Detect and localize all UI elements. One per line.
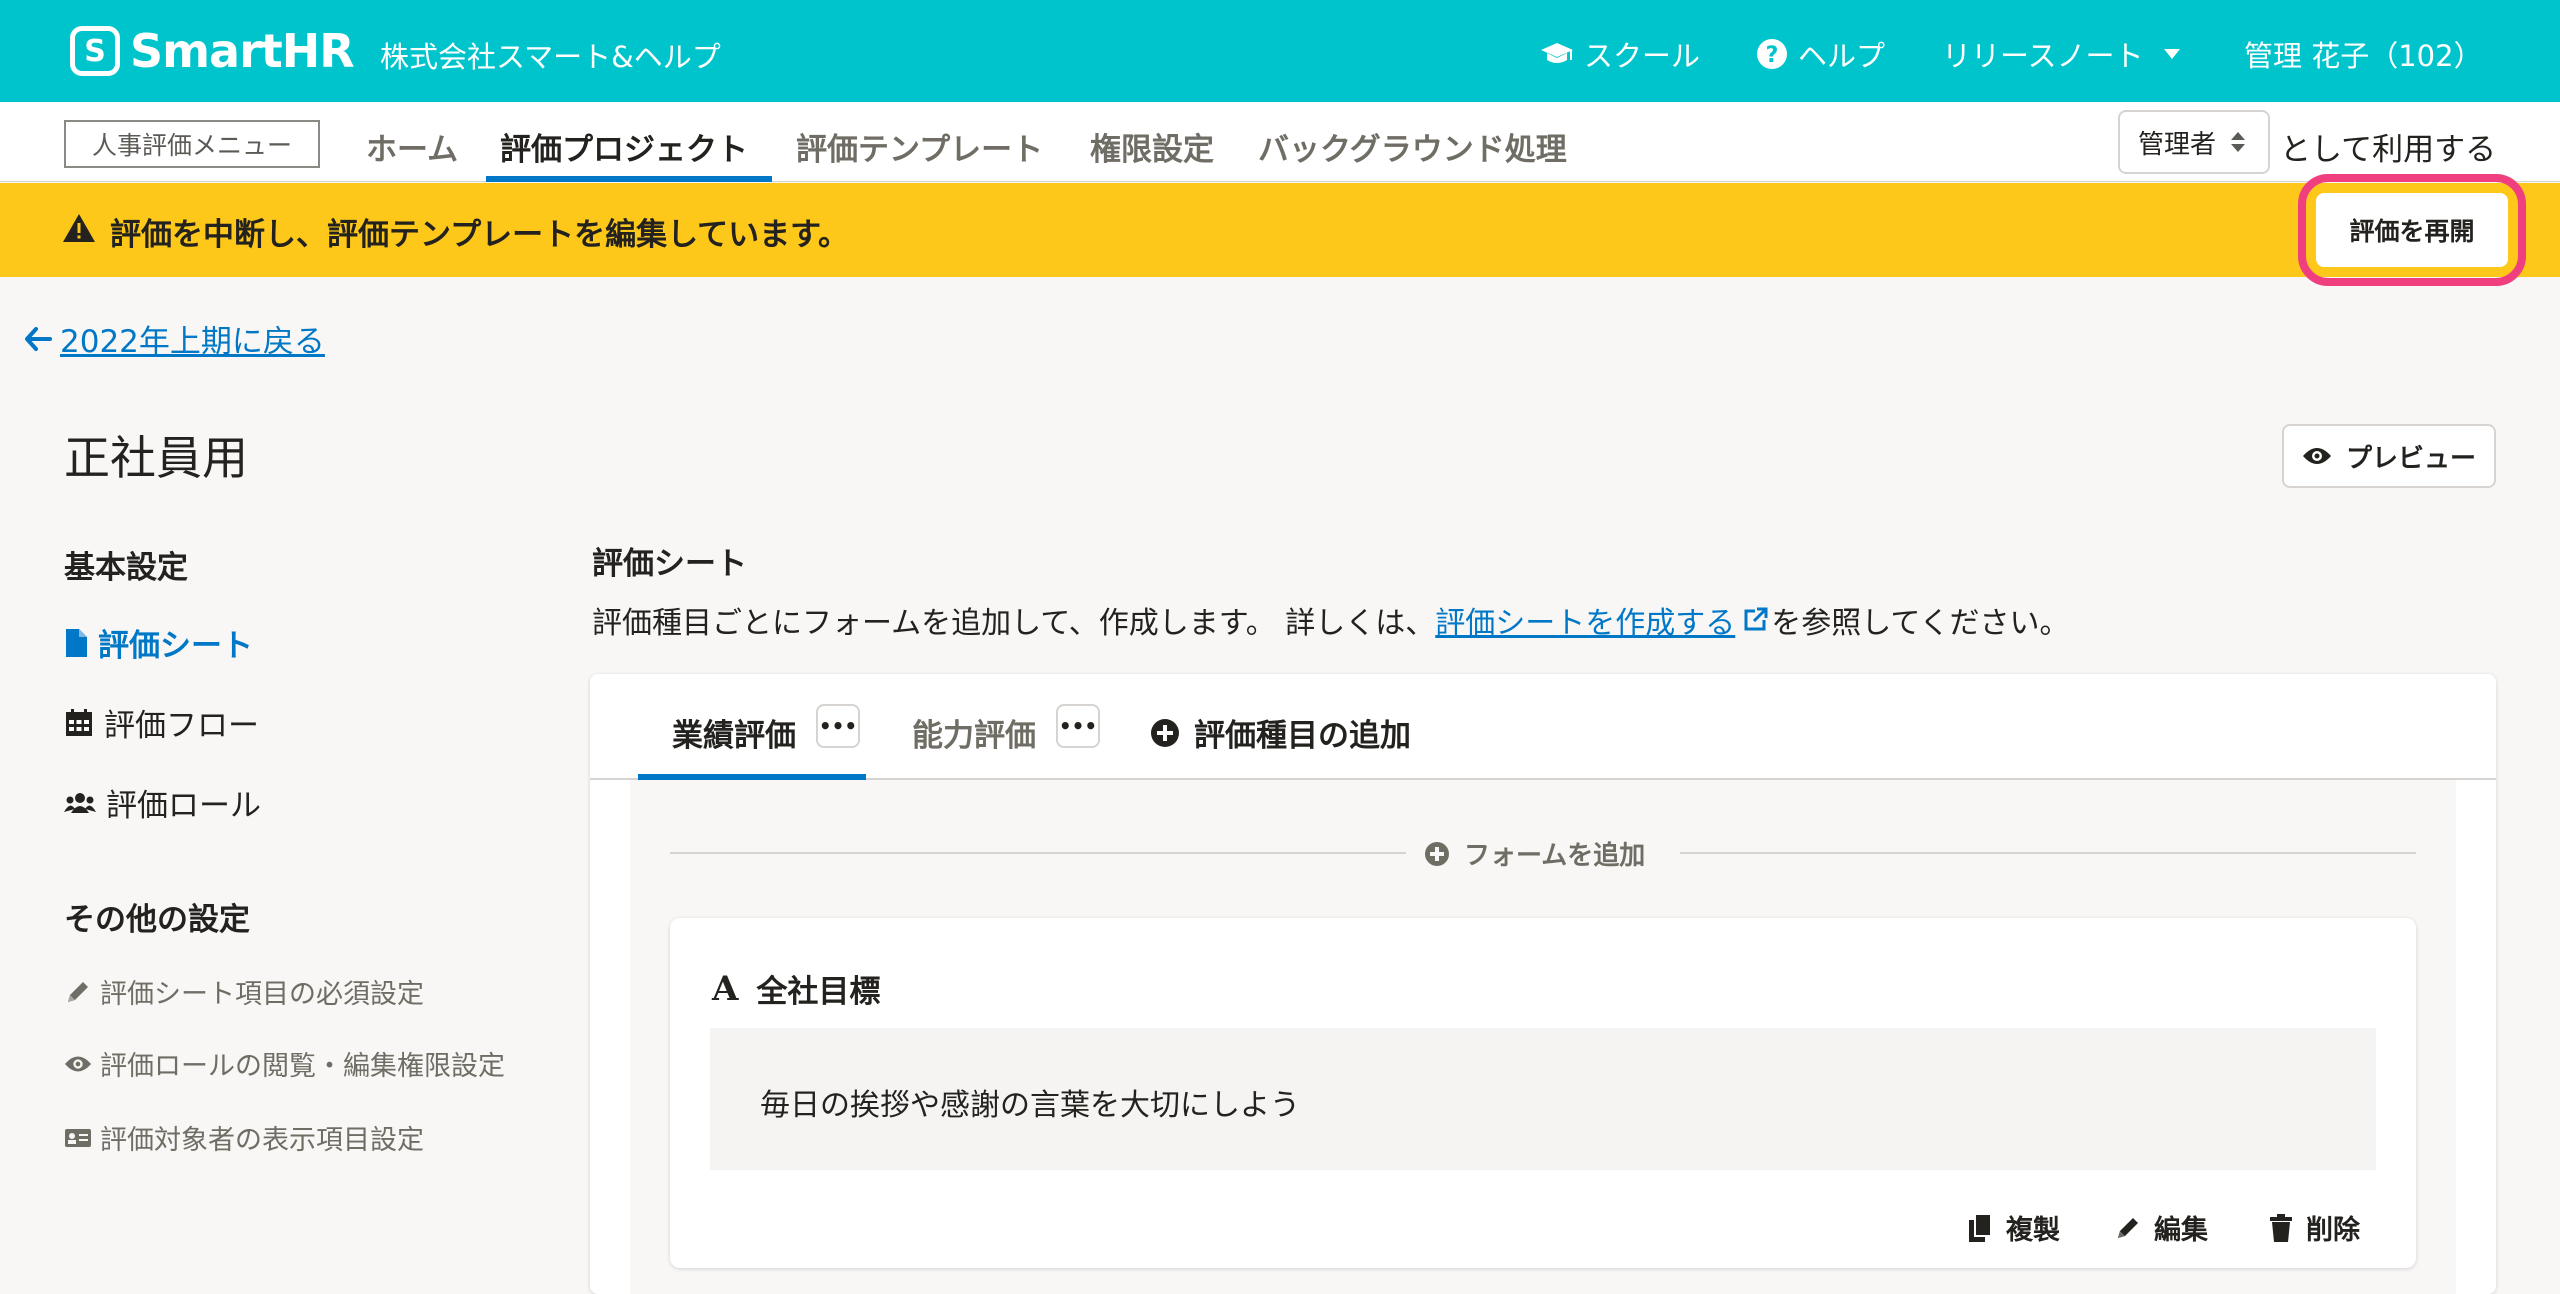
warning-banner: 評価を中断し、評価テンプレートを編集しています。	[0, 183, 2560, 277]
user-name: 管理 花子（102）	[2244, 39, 2483, 73]
tab-permission-settings[interactable]: 権限設定	[1090, 124, 1214, 169]
school-link[interactable]: スクール	[1540, 33, 1700, 75]
smarthr-logo[interactable]: S SmartHR	[70, 24, 355, 78]
page-title: 正社員用	[64, 431, 248, 485]
description-suffix: を参照してください。	[1771, 606, 2070, 641]
more-options-button[interactable]: •••	[1056, 704, 1100, 748]
preview-label: プレビュー	[2345, 443, 2476, 474]
add-form-label: フォームを追加	[1464, 841, 1646, 871]
help-article-link[interactable]: 評価シートを作成する	[1435, 598, 1735, 642]
tab-background-processing[interactable]: バックグラウンド処理	[1258, 124, 1567, 169]
id-card-icon	[64, 1127, 92, 1149]
user-menu[interactable]: 管理 花子（102）	[2244, 33, 2483, 75]
text-type-icon: A	[712, 968, 739, 1009]
help-label: ヘルプ	[1798, 39, 1886, 73]
sidebar-item-label: 評価フロー	[104, 708, 259, 744]
preview-button[interactable]: プレビュー	[2282, 424, 2496, 488]
tab-ability-evaluation[interactable]: 能力評価	[912, 710, 1036, 755]
calendar-icon	[64, 708, 94, 738]
sidebar-item-evaluation-role[interactable]: 評価ロール	[64, 780, 261, 825]
sidebar-item-evaluation-flow[interactable]: 評価フロー	[64, 700, 259, 745]
graduation-cap-icon	[1540, 41, 1574, 67]
divider-line	[1680, 852, 2416, 854]
copy-icon	[1968, 1212, 1994, 1243]
back-link[interactable]: 2022年上期に戻る	[24, 316, 325, 361]
delete-label: 削除	[2306, 1215, 2360, 1246]
sidebar-item-label: 評価対象者の表示項目設定	[100, 1125, 424, 1156]
role-select-value: 管理者	[2138, 129, 2217, 160]
form-title-label: 全社目標	[756, 974, 881, 1010]
file-icon	[64, 628, 88, 658]
company-name: 株式会社スマート&ヘルプ	[380, 40, 721, 74]
sidebar-item-label: 評価ロールの閲覧・編集権限設定	[100, 1051, 505, 1082]
edit-label: 編集	[2154, 1215, 2208, 1246]
basic-settings-heading: 基本設定	[64, 550, 188, 586]
sidebar-item-evaluation-sheet[interactable]: 評価シート	[64, 620, 253, 665]
help-article-link-label: 評価シートを作成する	[1435, 606, 1736, 641]
sidebar-item-view-edit-permission[interactable]: 評価ロールの閲覧・編集権限設定	[64, 1044, 505, 1083]
more-options-button[interactable]: •••	[816, 704, 860, 748]
add-category-button[interactable]: 評価種目の追加	[1150, 710, 1411, 755]
divider-line	[670, 852, 1406, 854]
plus-circle-icon	[1424, 841, 1450, 867]
sidebar-item-label: 評価シート	[98, 628, 253, 664]
resume-evaluation-button[interactable]: 評価を再開	[2316, 193, 2508, 267]
warning-icon	[62, 213, 96, 243]
role-suffix: として利用する	[2280, 132, 2497, 168]
section-description: 評価種目ごとにフォームを追加して、作成します。 詳しくは、 評価シートを作成する…	[592, 598, 2069, 642]
sidebar-item-label: 評価ロール	[106, 788, 261, 824]
role-select[interactable]: 管理者	[2118, 110, 2270, 174]
description-prefix: 評価種目ごとにフォームを追加して、作成します。 詳しくは、	[592, 606, 1436, 641]
banner-message: 評価を中断し、評価テンプレートを編集しています。	[110, 217, 850, 253]
tab-evaluation-project[interactable]: 評価プロジェクト	[500, 124, 748, 169]
back-link-label: 2022年上期に戻る	[60, 324, 325, 360]
hr-evaluation-menu-label: 人事評価メニュー	[64, 120, 320, 168]
eye-icon	[2302, 446, 2332, 466]
add-form-button[interactable]: フォームを追加	[1424, 835, 1645, 872]
duplicate-label: 複製	[2006, 1215, 2060, 1246]
tab-performance-evaluation[interactable]: 業績評価	[672, 710, 796, 755]
duplicate-button[interactable]: 複製	[1968, 1208, 2060, 1247]
trash-icon	[2268, 1213, 2294, 1243]
release-notes-dropdown[interactable]: リリースノート	[1942, 33, 2182, 75]
plus-circle-icon	[1150, 718, 1180, 748]
form-title: A 全社目標	[712, 966, 880, 1011]
logo-mark: S	[70, 26, 120, 76]
arrow-left-icon	[24, 326, 52, 352]
pencil-icon	[64, 978, 92, 1006]
active-tab-indicator	[486, 176, 772, 182]
help-link[interactable]: ? ヘルプ	[1756, 33, 1885, 75]
users-icon	[64, 791, 96, 815]
release-notes-label: リリースノート	[1942, 39, 2144, 73]
sort-arrows-icon	[2230, 130, 2246, 154]
section-title: 評価シート	[592, 546, 747, 582]
sidebar-item-label: 評価シート項目の必須設定	[100, 979, 424, 1010]
eye-icon	[64, 1054, 92, 1074]
top-header: S SmartHR 株式会社スマート&ヘルプ スクール ? ヘルプ リリースノー…	[0, 0, 2560, 102]
add-category-label: 評価種目の追加	[1194, 718, 1411, 754]
logo-text: SmartHR	[130, 24, 355, 78]
external-link-icon	[1741, 606, 1769, 634]
sub-navigation: 人事評価メニュー ホーム 評価プロジェクト 評価テンプレート 権限設定 バックグ…	[0, 102, 2560, 182]
caret-down-icon	[2162, 47, 2182, 61]
tab-home[interactable]: ホーム	[366, 124, 458, 169]
form-card: A 全社目標 毎日の挨拶や感謝の言葉を大切にしよう 複製 編集 削除	[670, 918, 2416, 1268]
svg-text:?: ?	[1766, 43, 1779, 68]
other-settings-heading: その他の設定	[64, 902, 250, 938]
help-circle-icon: ?	[1756, 38, 1788, 70]
evaluation-category-tabs: 業績評価 ••• 能力評価 ••• 評価種目の追加	[590, 674, 2496, 780]
sidebar-item-required-settings[interactable]: 評価シート項目の必須設定	[64, 972, 424, 1011]
form-text: 毎日の挨拶や感謝の言葉を大切にしよう	[760, 1088, 1300, 1123]
pencil-icon	[2114, 1214, 2142, 1242]
tab-evaluation-template[interactable]: 評価テンプレート	[796, 124, 1043, 169]
delete-button[interactable]: 削除	[2268, 1208, 2360, 1247]
sidebar-item-display-settings[interactable]: 評価対象者の表示項目設定	[64, 1118, 424, 1157]
school-label: スクール	[1584, 39, 1701, 73]
edit-button[interactable]: 編集	[2114, 1208, 2208, 1247]
form-text-box: 毎日の挨拶や感謝の言葉を大切にしよう	[710, 1028, 2376, 1170]
